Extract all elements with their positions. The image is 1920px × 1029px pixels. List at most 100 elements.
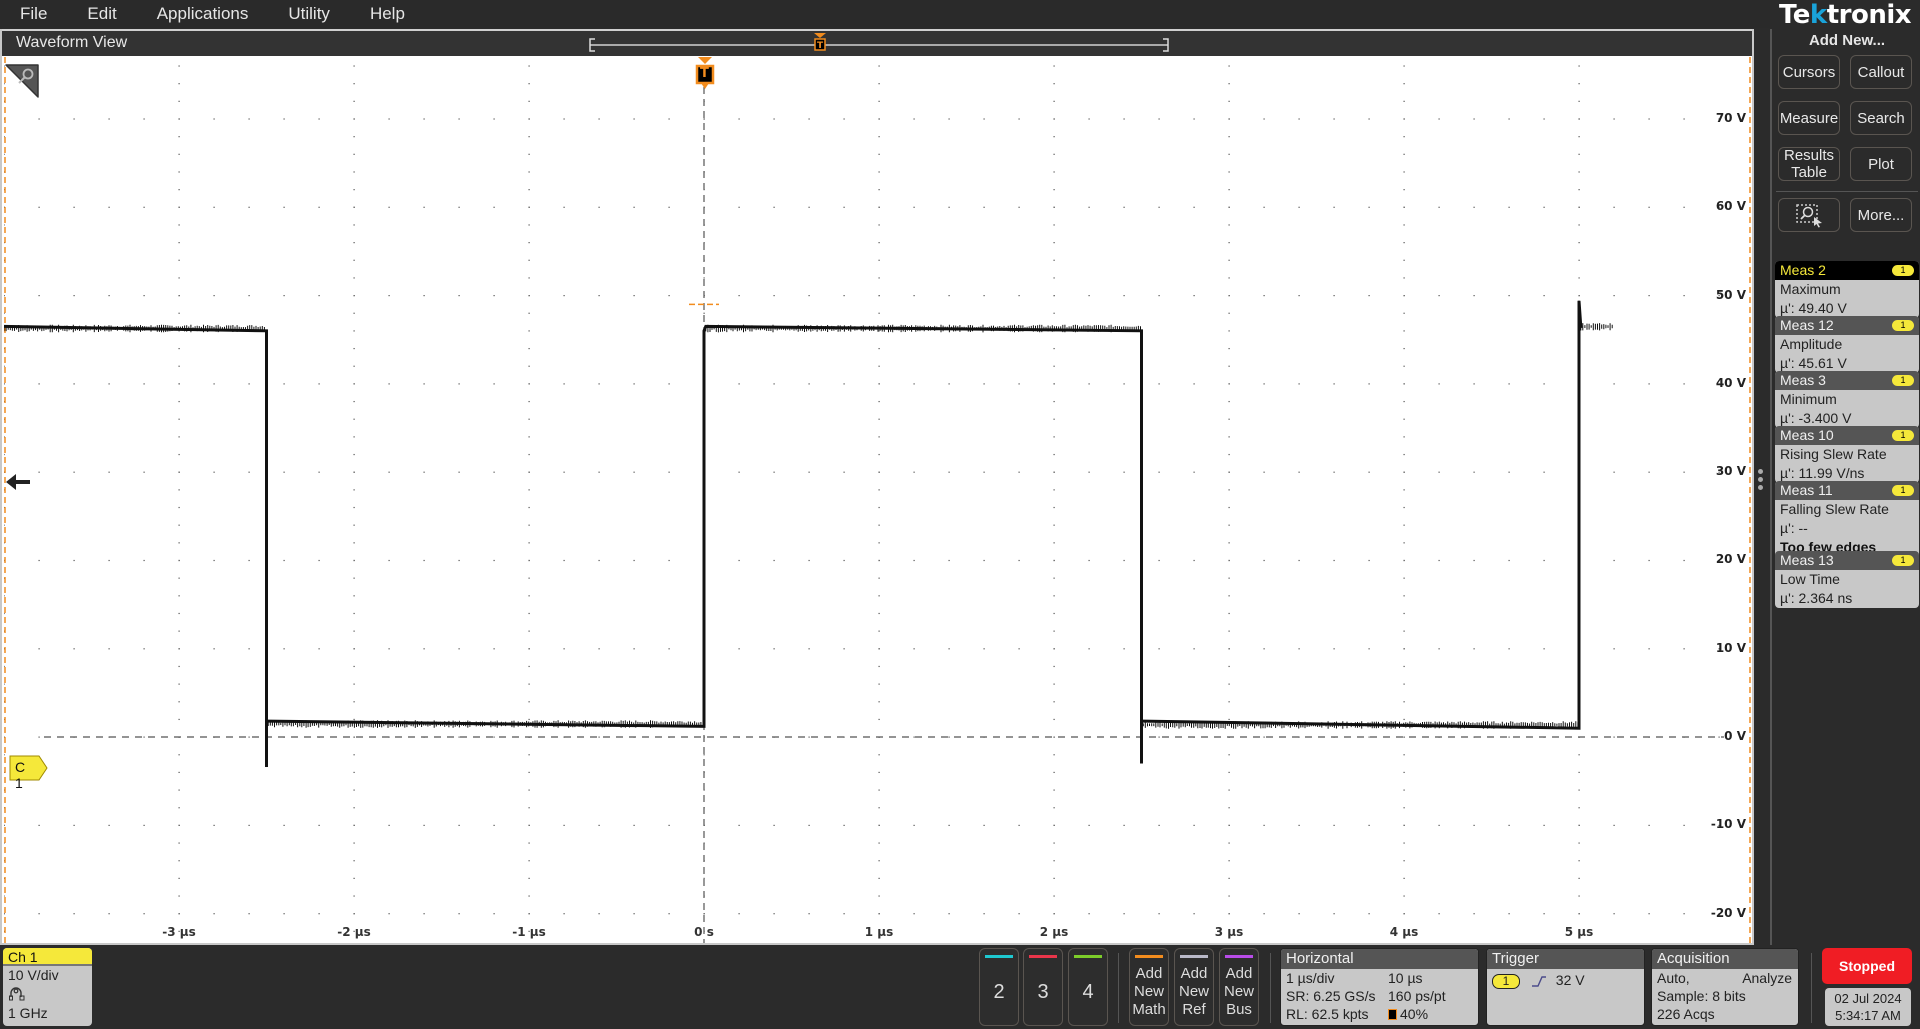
grid-dot (913, 648, 915, 650)
grid-dot (213, 559, 215, 562)
grid-dot (598, 559, 600, 562)
grid-dot (843, 383, 845, 385)
grid-dot (1543, 471, 1545, 473)
zoom-select-button[interactable] (1778, 198, 1840, 232)
trigger-position-icon (1388, 1009, 1397, 1020)
grid-dot (458, 824, 460, 826)
record-overview-bar[interactable]: T (589, 33, 1169, 52)
more-button[interactable]: More... (1850, 198, 1912, 232)
add-new-ref-button[interactable]: Add New Ref (1174, 948, 1214, 1026)
acquisition-badge[interactable]: Acquisition Auto, Analyze Sample: 8 bits … (1651, 948, 1799, 1026)
waveform-plot-area[interactable]: 70 V 60 V 50 V 40 V 30 V 20 V 10 V 0 V -10 V -20 … (4, 57, 1752, 943)
measurement-type: Falling Slew Rate (1780, 501, 1889, 517)
callout-button[interactable]: Callout (1850, 55, 1912, 89)
grid-dot (1403, 418, 1405, 420)
ch2-button[interactable]: 2 (979, 948, 1019, 1026)
grid-dot (213, 295, 215, 297)
menu-applications[interactable]: Applications (137, 0, 269, 28)
zoom-handle-icon[interactable] (4, 63, 40, 99)
measurement-badge[interactable]: Meas 13 1 Low Time µ': 2.364 ns (1775, 551, 1919, 608)
grid-dot (4, 153, 5, 155)
grid-dot (703, 118, 705, 120)
measurement-badge[interactable]: Meas 2 1 Maximum µ': 49.40 V (1775, 261, 1919, 318)
grid-dot (983, 471, 985, 473)
grid-dot (1298, 559, 1300, 562)
grid-dot (1613, 559, 1615, 562)
grid-dot (178, 701, 180, 703)
grid-dot (213, 913, 215, 915)
grid-dot (1053, 259, 1055, 261)
grid-dot (1228, 242, 1230, 244)
y-tick-label: 70 V (1715, 110, 1746, 125)
grid-dot (878, 436, 880, 438)
grid-dot (668, 648, 670, 650)
grid-dot (458, 559, 460, 562)
grid-dot (1473, 913, 1475, 915)
grid-dot (1368, 648, 1370, 650)
grid-dot (1578, 295, 1580, 297)
menu-edit[interactable]: Edit (67, 0, 136, 28)
plot-button[interactable]: Plot (1850, 147, 1912, 181)
grid-dot (1053, 736, 1055, 738)
grid-dot (108, 648, 110, 650)
settings-bar: Ch 1 10 V/div 1 GHz 2 3 4 Add New Math Add… (0, 945, 1920, 1029)
menu-file[interactable]: File (0, 0, 67, 28)
grid-dot (1053, 277, 1055, 279)
grid-dot (1368, 118, 1370, 120)
grid-dot (1368, 824, 1370, 826)
grid-dot (178, 242, 180, 244)
trigger-level-arrow-icon[interactable] (4, 472, 30, 492)
grid-dot (1403, 736, 1405, 738)
grid-dot (1228, 418, 1230, 420)
ch1-badge[interactable]: Ch 1 10 V/div 1 GHz (3, 948, 92, 1026)
grid-dot (1158, 118, 1160, 120)
grid-dot (283, 206, 285, 208)
run-stop-button[interactable]: Stopped (1822, 948, 1912, 984)
add-new-bus-button[interactable]: Add New Bus (1219, 948, 1259, 1026)
grid-dot (1263, 736, 1265, 738)
grid-dot (1578, 842, 1580, 844)
datetime-badge[interactable]: 02 Jul 2024 5:34:17 AM (1825, 988, 1911, 1026)
grid-dot (353, 436, 355, 438)
grid-dot (248, 471, 250, 473)
menu-utility[interactable]: Utility (268, 0, 350, 28)
grid-dot (878, 524, 880, 526)
grid-dot (1718, 736, 1720, 738)
grid-dot (353, 277, 355, 279)
grid-dot (1298, 913, 1300, 915)
grid-dot (1053, 842, 1055, 844)
menu-help[interactable]: Help (350, 0, 425, 28)
measurement-badge[interactable]: Meas 12 1 Amplitude µ': 45.61 V (1775, 316, 1919, 373)
measurement-badge[interactable]: Meas 11 1 Falling Slew Rate µ': -- Too few e… (1775, 481, 1919, 557)
ch3-color-bar (1029, 955, 1057, 958)
horizontal-badge[interactable]: Horizontal 1 µs/div 10 µs SR: 6.25 GS/s 16… (1280, 948, 1479, 1026)
grid-dot (318, 206, 320, 208)
grid-dot (178, 842, 180, 844)
search-button[interactable]: Search (1850, 101, 1912, 135)
trigger-badge[interactable]: Trigger 1 32 V (1486, 948, 1645, 1026)
panel-resize-handle[interactable] (1758, 469, 1764, 495)
results-table-button[interactable]: Results Table (1778, 147, 1840, 181)
waveform-graticule (4, 57, 1751, 943)
grid-dot (1193, 824, 1195, 826)
measure-button[interactable]: Measure (1778, 101, 1840, 135)
cursors-button[interactable]: Cursors (1778, 55, 1840, 89)
grid-dot (1053, 295, 1055, 297)
grid-dot (353, 100, 355, 102)
ch4-button[interactable]: 4 (1068, 948, 1108, 1026)
grid-dot (1053, 895, 1055, 897)
grid-dot (1228, 877, 1230, 879)
grid-dot (38, 471, 40, 473)
grid-dot (1263, 559, 1265, 562)
ch3-button[interactable]: 3 (1023, 948, 1063, 1026)
add-new-math-button[interactable]: Add New Math (1129, 948, 1169, 1026)
grid-dot (1053, 683, 1055, 685)
measurement-badge[interactable]: Meas 3 1 Minimum µ': -3.400 V (1775, 371, 1919, 428)
grid-dot (38, 295, 40, 297)
measurement-badge[interactable]: Meas 10 1 Rising Slew Rate µ': 11.99 V/ns (1775, 426, 1919, 483)
grid-dot (633, 206, 635, 208)
ref-color-bar (1180, 955, 1208, 958)
grid-dot (353, 683, 355, 685)
grid-dot (178, 189, 180, 191)
grid-dot (493, 471, 495, 473)
